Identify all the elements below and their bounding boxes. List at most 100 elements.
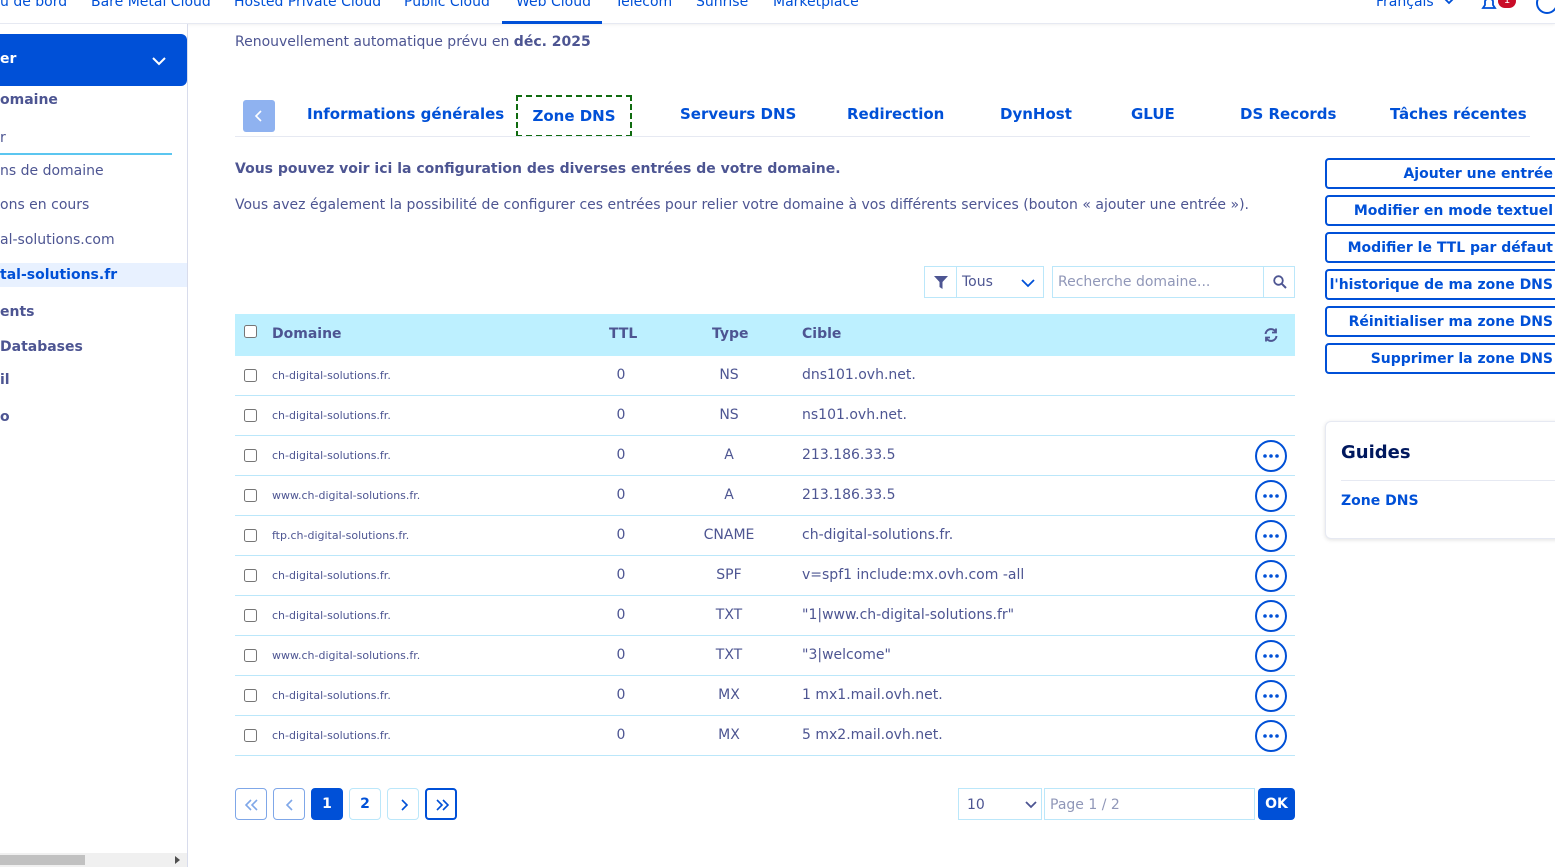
row-actions-button[interactable] <box>1255 560 1287 592</box>
sidebar-item-other[interactable]: o <box>0 409 10 425</box>
nav-hosted-private-cloud[interactable]: Hosted Private Cloud <box>234 0 381 10</box>
row-actions-button[interactable] <box>1255 680 1287 712</box>
table-row: ftp.ch-digital-solutions.fr. 0 CNAME ch-dig… <box>235 516 1295 556</box>
edit-default-ttl-button[interactable]: Modifier le TTL par défaut <box>1325 232 1555 263</box>
tab-dns-servers[interactable]: Serveurs DNS <box>680 105 796 123</box>
tab-dynhost[interactable]: DynHost <box>1000 105 1072 123</box>
column-header-ttl[interactable]: TTL <box>609 326 637 342</box>
row-actions-button[interactable] <box>1255 600 1287 632</box>
page-button-current[interactable]: 1 <box>311 788 343 820</box>
select-all-checkbox[interactable] <box>244 325 257 338</box>
table-row: ch-digital-solutions.fr. 0 A 213.186.33.5 <box>235 436 1295 476</box>
row-actions-button[interactable] <box>1255 440 1287 472</box>
table-row: ch-digital-solutions.fr. 0 MX 5 mx2.mail.ov… <box>235 716 1295 756</box>
tab-dns-zone[interactable]: Zone DNS <box>516 95 632 137</box>
tabs-previous-button[interactable] <box>243 100 275 132</box>
tab-glue[interactable]: GLUE <box>1131 105 1175 123</box>
page-number-input[interactable]: Page 1 / 2 <box>1044 788 1255 820</box>
chevron-down-icon <box>1444 0 1454 5</box>
delete-zone-button[interactable]: Supprimer la zone DNS <box>1325 343 1555 374</box>
sidebar-item-all-domains[interactable]: ns de domaine <box>0 163 104 179</box>
last-page-button[interactable] <box>425 788 457 820</box>
nav-bare-metal-cloud[interactable]: Bare Metal Cloud <box>91 0 211 10</box>
row-checkbox[interactable] <box>244 729 257 742</box>
row-type: CNAME <box>703 527 755 543</box>
row-ttl: 0 <box>616 687 626 703</box>
page-size-value: 10 <box>967 797 985 813</box>
nav-public-cloud[interactable]: Public Cloud <box>404 0 490 10</box>
nav-sunrise[interactable]: Sunrise <box>696 0 748 10</box>
chevron-down-icon <box>152 57 166 66</box>
reset-zone-button[interactable]: Réinitialiser ma zone DNS <box>1325 306 1555 337</box>
add-entry-button[interactable]: Ajouter une entrée <box>1325 158 1555 189</box>
sidebar-item-email[interactable]: il <box>0 372 10 388</box>
row-actions-button[interactable] <box>1255 720 1287 752</box>
bell-icon[interactable] <box>1480 0 1498 10</box>
type-filter-select[interactable]: Tous <box>924 266 1044 298</box>
row-target: ns101.ovh.net. <box>802 407 907 423</box>
sidebar-service-selector[interactable]: er <box>0 34 187 86</box>
sidebar-item-databases[interactable]: Databases <box>0 339 83 355</box>
more-options-icon <box>1263 534 1279 538</box>
filter-icon <box>925 267 957 297</box>
row-actions-button[interactable] <box>1255 640 1287 672</box>
sidebar-item-hosting[interactable]: ents <box>0 304 35 320</box>
row-target: 213.186.33.5 <box>802 447 896 463</box>
more-options-icon <box>1263 614 1279 618</box>
row-actions-button[interactable] <box>1255 480 1287 512</box>
column-header-target[interactable]: Cible <box>802 326 841 342</box>
nav-dashboard[interactable]: u de bord <box>0 0 67 10</box>
tab-ds-records[interactable]: DS Records <box>1240 105 1336 123</box>
next-page-button[interactable] <box>387 788 419 820</box>
row-checkbox[interactable] <box>244 689 257 702</box>
column-header-type[interactable]: Type <box>712 326 749 342</box>
row-target: "1|www.ch-digital-solutions.fr" <box>802 607 1015 623</box>
nav-web-cloud[interactable]: Web Cloud <box>516 0 591 10</box>
scrollbar-thumb[interactable] <box>0 855 85 865</box>
sidebar-horizontal-scrollbar[interactable] <box>0 853 187 867</box>
intro-description: Vous avez également la possibilité de co… <box>235 197 1249 213</box>
filter-selected-value: Tous <box>962 274 993 290</box>
edit-text-mode-button[interactable]: Modifier en mode textuel <box>1325 195 1555 226</box>
row-checkbox[interactable] <box>244 649 257 662</box>
tab-redirection[interactable]: Redirection <box>847 105 944 123</box>
refresh-icon[interactable] <box>1263 327 1279 343</box>
guides-panel: Guides Zone DNS <box>1325 421 1555 539</box>
tabs-divider <box>235 136 1530 137</box>
row-checkbox[interactable] <box>244 449 257 462</box>
row-actions-button[interactable] <box>1255 520 1287 552</box>
zone-history-button[interactable]: Voir l'historique de ma zone DNS <box>1325 269 1555 300</box>
user-account-icon[interactable] <box>1536 0 1555 14</box>
guide-link-dns-zone[interactable]: Zone DNS <box>1341 493 1419 509</box>
row-checkbox[interactable] <box>244 529 257 542</box>
language-selector[interactable]: Français <box>1376 0 1434 10</box>
row-checkbox[interactable] <box>244 489 257 502</box>
sidebar-item-domains[interactable]: omaine <box>0 92 58 108</box>
tab-recent-tasks[interactable]: Tâches récentes <box>1390 105 1527 123</box>
row-type: MX <box>718 727 740 743</box>
column-header-domain[interactable]: Domaine <box>272 326 342 342</box>
domain-search-field[interactable]: Recherche domaine... <box>1052 266 1295 298</box>
guides-title: Guides <box>1341 442 1411 463</box>
renewal-prefix: Renouvellement automatique prévu en <box>235 34 514 50</box>
row-checkbox[interactable] <box>244 409 257 422</box>
sidebar-filter-input[interactable]: r <box>0 130 6 146</box>
row-domain: ch-digital-solutions.fr. <box>272 409 391 422</box>
page-button[interactable]: 2 <box>349 788 381 820</box>
tab-general-info[interactable]: Informations générales <box>307 105 504 123</box>
sidebar-item-operations[interactable]: ons en cours <box>0 197 89 213</box>
row-checkbox[interactable] <box>244 369 257 382</box>
page-size-select[interactable]: 10 <box>958 788 1042 820</box>
go-to-page-button[interactable]: OK <box>1258 788 1295 820</box>
first-page-button[interactable] <box>235 788 267 820</box>
sidebar-item-domain-fr[interactable]: tal-solutions.fr <box>0 267 117 283</box>
search-button[interactable] <box>1263 267 1295 297</box>
row-domain: ch-digital-solutions.fr. <box>272 369 391 382</box>
scroll-right-arrow-icon[interactable] <box>175 856 180 864</box>
sidebar-item-domain-com[interactable]: al-solutions.com <box>0 232 115 248</box>
row-checkbox[interactable] <box>244 569 257 582</box>
previous-page-button[interactable] <box>273 788 305 820</box>
nav-telecom[interactable]: Telecom <box>615 0 672 10</box>
row-checkbox[interactable] <box>244 609 257 622</box>
nav-marketplace[interactable]: Marketplace <box>773 0 859 10</box>
